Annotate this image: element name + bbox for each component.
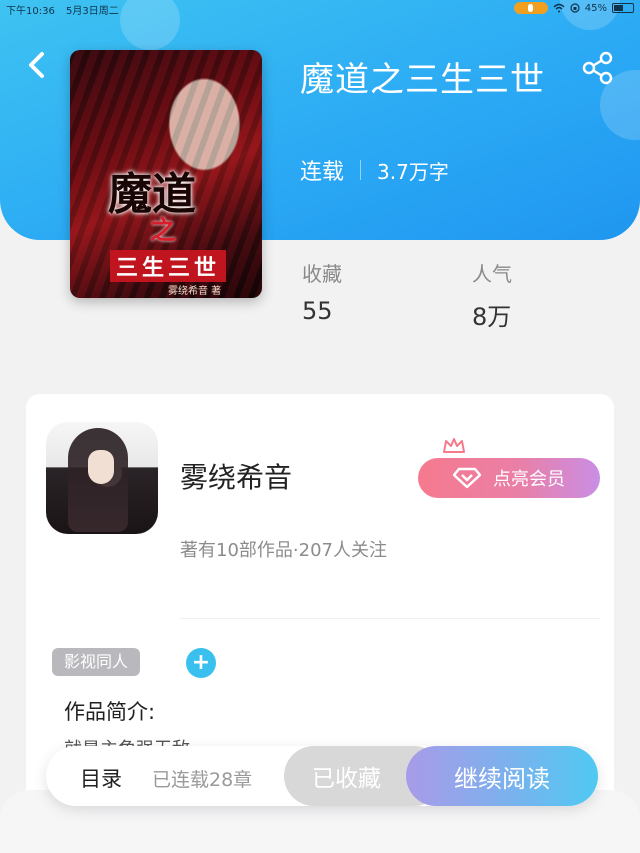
cover-author: 雾绕希音 著 (168, 286, 222, 297)
status-bar: 下午10:36 5月3日周二 45% (0, 0, 640, 17)
author-avatar[interactable] (46, 422, 158, 534)
vertical-divider (360, 160, 362, 180)
add-tag-button[interactable]: + (186, 648, 216, 678)
author-meta: 著有10部作品·207人关注 (180, 540, 387, 561)
back-button[interactable] (22, 48, 52, 82)
diamond-icon (453, 467, 481, 489)
card-divider (180, 618, 600, 619)
continue-reading-label: 继续阅读 (454, 764, 550, 793)
avatar-face (88, 450, 114, 484)
cover-subtitle: 三生三世 (110, 250, 227, 282)
chevron-left-icon (29, 52, 44, 78)
book-title: 魔道之三生三世 (300, 60, 545, 100)
collected-button-label: 已收藏 (312, 766, 381, 792)
battery-icon (612, 3, 634, 13)
wifi-icon (553, 3, 565, 13)
toc-button[interactable]: 目录 (80, 763, 122, 793)
cover-title-zhi: 之 (150, 216, 177, 246)
member-button-label: 点亮会员 (493, 469, 565, 490)
share-icon (582, 51, 613, 85)
status-left: 下午10:36 5月3日周二 (6, 2, 119, 17)
favorites-label: 收藏 (302, 262, 342, 286)
status-right: 45% (513, 2, 634, 14)
word-count: 3.7万字 (377, 159, 449, 184)
crown-icon (443, 438, 465, 453)
battery-percent: 45% (584, 2, 607, 14)
book-status-row: 连载 3.7万字 (300, 154, 449, 186)
member-button[interactable]: 点亮会员 (418, 458, 600, 498)
status-time: 下午10:36 (6, 6, 55, 17)
popularity-value: 8万 (472, 303, 512, 331)
lock-rotation-icon (570, 3, 580, 13)
continue-reading-button[interactable]: 继续阅读 (406, 746, 598, 806)
popularity-label: 人气 (472, 262, 512, 286)
serial-status: 连载 (300, 160, 345, 185)
intro-label: 作品简介: (64, 700, 156, 724)
chapter-count: 已连载28章 (152, 769, 253, 791)
genre-tag[interactable]: 影视同人 (52, 648, 141, 676)
author-name[interactable]: 雾绕希音 (180, 456, 292, 496)
favorites-value: 55 (302, 297, 333, 325)
book-cover[interactable]: 魔道 之 三生三世 雾绕希音 著 (70, 50, 262, 298)
status-date: 5月3日周二 (66, 6, 119, 17)
favorites-stat: 收藏 55 (302, 258, 342, 325)
share-button[interactable] (580, 50, 616, 86)
microphone-icon (513, 2, 548, 14)
popularity-stat: 人气 8万 (472, 258, 512, 332)
